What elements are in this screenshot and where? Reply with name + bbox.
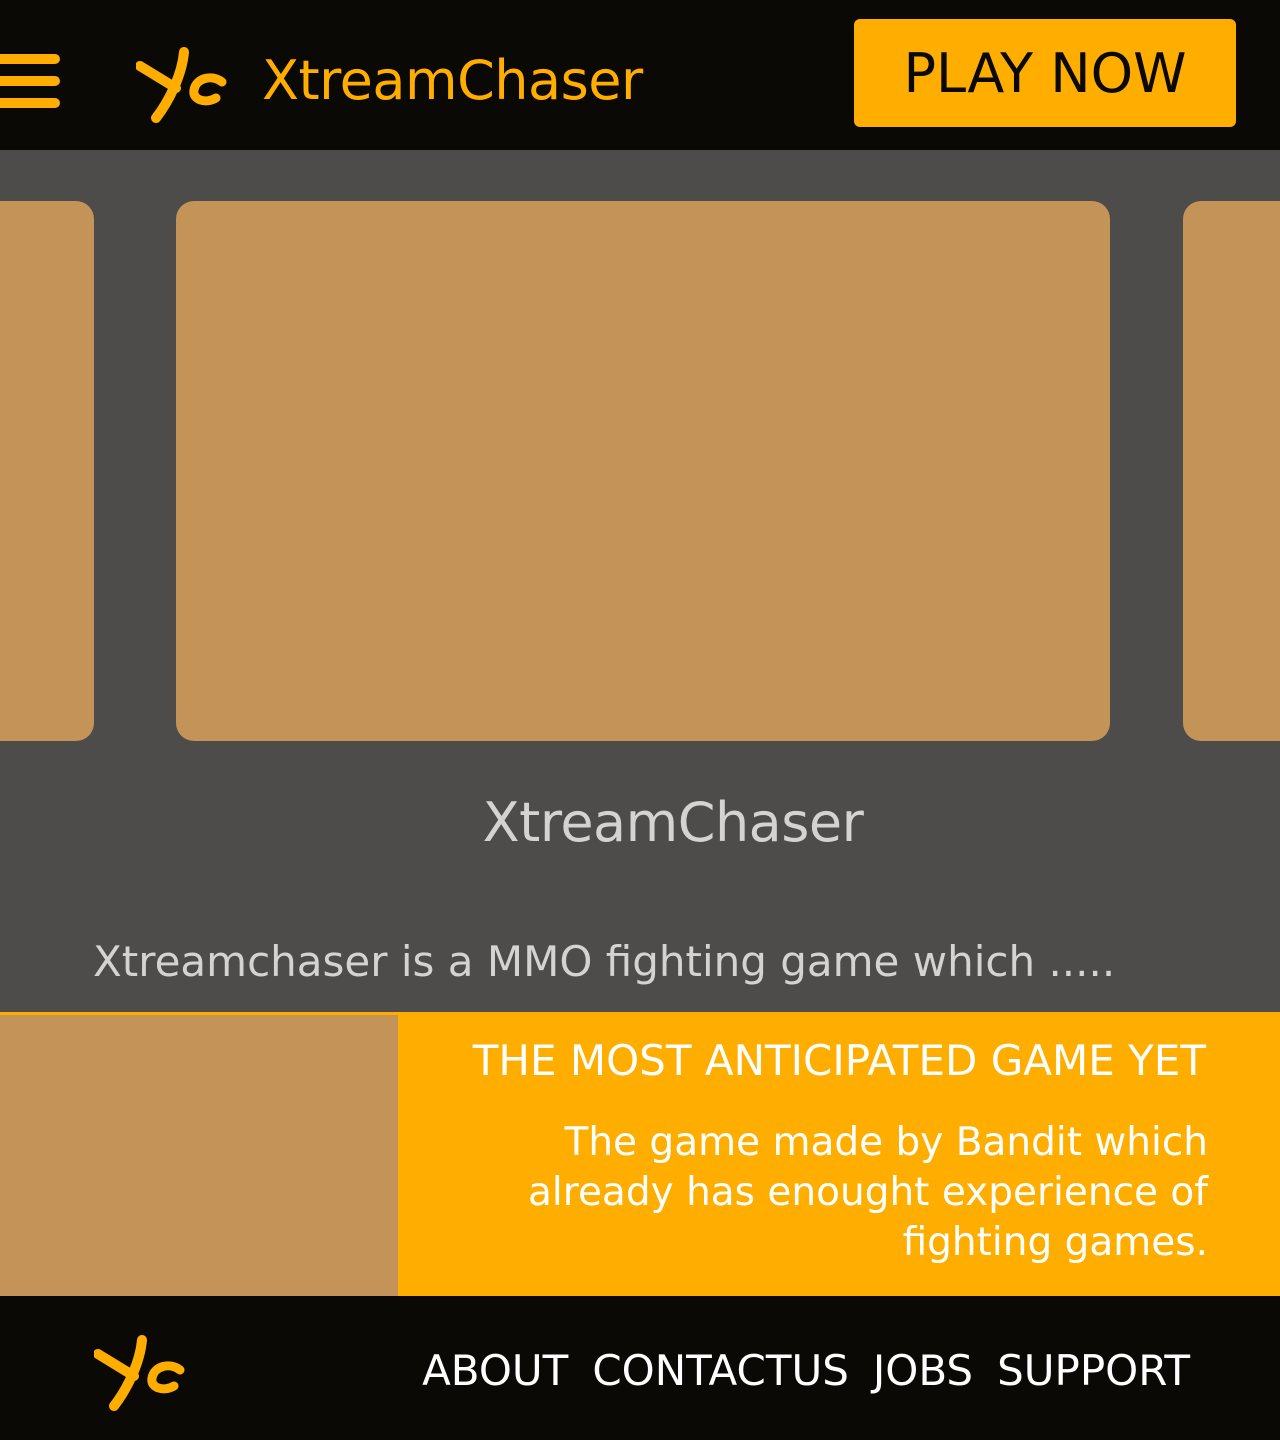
top-header: XtreamChaser PLAY NOW [0, 0, 1280, 150]
feature-image [0, 1015, 398, 1296]
hero-title: XtreamChaser [482, 791, 864, 854]
footer: ABOUT CONTACTUS JOBS SUPPORT [0, 1296, 1280, 1440]
carousel-slide-previous[interactable] [0, 201, 94, 741]
hamburger-menu-icon[interactable] [0, 54, 60, 114]
feature-banner: THE MOST ANTICIPATED GAME YET The game m… [0, 1012, 1280, 1296]
footer-logo-icon[interactable] [94, 1332, 186, 1412]
footer-link-contactus[interactable]: CONTACTUS [592, 1346, 849, 1396]
brand-name[interactable]: XtreamChaser [262, 48, 643, 114]
carousel-slide-current[interactable] [176, 201, 1110, 741]
hero-description: Xtreamchaser is a MMO fighting game whic… [93, 937, 1116, 986]
feature-heading: THE MOST ANTICIPATED GAME YET [472, 1036, 1206, 1085]
footer-link-support[interactable]: SUPPORT [997, 1346, 1190, 1396]
play-now-button[interactable]: PLAY NOW [854, 19, 1236, 127]
footer-link-about[interactable]: ABOUT [422, 1346, 568, 1396]
logo-icon[interactable] [136, 44, 228, 124]
hero-carousel: XtreamChaser Xtreamchaser is a MMO fight… [0, 150, 1280, 1012]
carousel-slide-next[interactable] [1183, 201, 1280, 741]
footer-nav: ABOUT CONTACTUS JOBS SUPPORT [422, 1346, 1190, 1396]
feature-body-text: The game made by Bandit which already ha… [528, 1120, 1208, 1265]
footer-link-jobs[interactable]: JOBS [873, 1346, 973, 1396]
